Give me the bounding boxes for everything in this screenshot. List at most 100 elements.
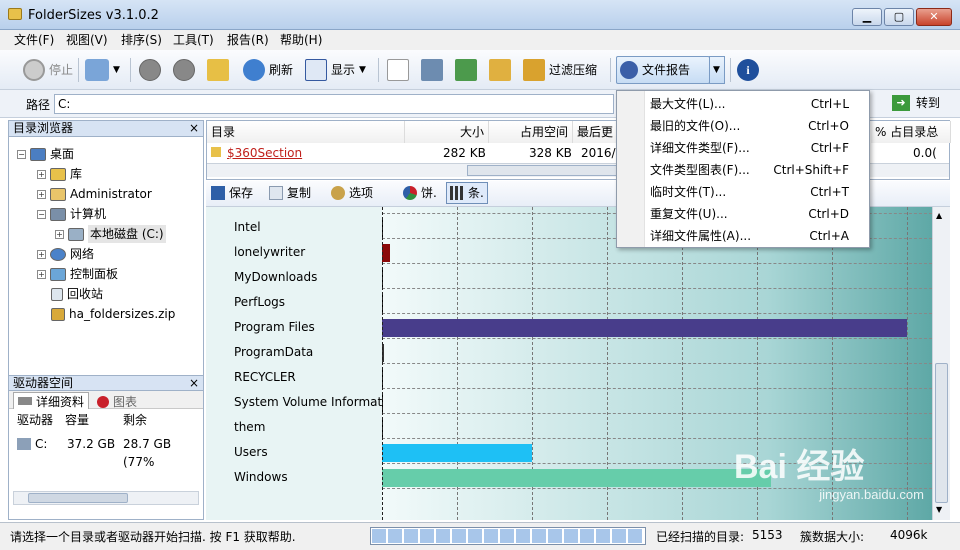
chart-bar[interactable]	[382, 469, 771, 487]
left-panel: 目录浏览器 × − 桌面 + 库 + Administrator − 计算机 +…	[8, 120, 204, 520]
chart-bar[interactable]	[382, 244, 390, 262]
chart-vscrollbar[interactable]: ▲ ▼	[932, 207, 950, 520]
forward-button[interactable]	[170, 56, 198, 84]
compress-icon	[523, 59, 545, 81]
category-label: RECYCLER	[234, 370, 296, 384]
menu-label: 重复文件(U)...	[650, 207, 728, 221]
chart-pie-button[interactable]: 饼.	[400, 181, 440, 205]
chart-copy-button[interactable]: 复制	[266, 181, 314, 205]
category-label: them	[234, 420, 266, 434]
disk-button[interactable]	[418, 56, 446, 84]
tree-item-recycle-bin[interactable]: 回收站	[51, 285, 103, 303]
file-report-button[interactable]: 文件报告	[616, 56, 710, 84]
zip-archive-icon	[51, 307, 65, 321]
menu-file[interactable]: 文件(F)	[10, 32, 58, 48]
filter-compress-button[interactable]: 过滤压缩	[520, 56, 600, 84]
maximize-button[interactable]: ▢	[884, 8, 914, 26]
drive-icon	[18, 397, 32, 405]
refresh-label: 刷新	[269, 63, 294, 77]
tab-chart[interactable]: 图表	[97, 393, 137, 410]
category-label: Intel	[234, 220, 261, 234]
chart-save-button[interactable]: 保存	[208, 181, 256, 205]
disk-drive-icon	[421, 59, 443, 81]
path-input[interactable]: C:	[54, 94, 614, 114]
menu-sort[interactable]: 排序(S)	[117, 32, 166, 48]
goto-button[interactable]: ➜ 转到	[892, 94, 940, 111]
menu-item-duplicate-files[interactable]: 重复文件(U)... Ctrl+D	[617, 203, 869, 225]
disk-drive-icon	[68, 227, 84, 241]
drive-row-c[interactable]: C:	[17, 435, 47, 453]
display-button[interactable]: 显示 ▼	[302, 56, 369, 84]
dir-browser-close-icon[interactable]: ×	[189, 121, 199, 136]
baidu-watermark: Bai 经验 jingyan.baidu.com	[734, 447, 924, 502]
col-header-percent[interactable]: % 占目录总	[871, 121, 951, 143]
status-message: 请选择一个目录或者驱动器开始扫描. 按 F1 获取帮助.	[10, 530, 296, 544]
chart-bar[interactable]	[382, 319, 907, 337]
goto-label: 转到	[916, 96, 941, 110]
network-button[interactable]	[452, 56, 480, 84]
chart-bar-button[interactable]: 条.	[446, 182, 488, 204]
scroll-thumb[interactable]	[28, 493, 128, 503]
menu-item-oldest-files[interactable]: 最旧的文件(O)... Ctrl+O	[617, 115, 869, 137]
refresh-button[interactable]: 刷新	[240, 56, 296, 84]
drive-hscrollbar[interactable]	[13, 491, 199, 505]
col-header-free[interactable]: 剩余	[123, 411, 147, 429]
stop-button[interactable]: 停止	[20, 56, 76, 84]
user-folder-icon	[50, 187, 66, 201]
drive-space-close-icon[interactable]: ×	[189, 376, 199, 391]
menu-report[interactable]: 报告(R)	[223, 32, 273, 48]
menu-item-file-type-chart[interactable]: 文件类型图表(F)... Ctrl+Shift+F	[617, 159, 869, 181]
about-button[interactable]: i	[734, 56, 762, 84]
menu-help[interactable]: 帮助(H)	[276, 32, 326, 48]
minimize-button[interactable]: ▁	[852, 8, 882, 26]
export-button[interactable]: ▼	[82, 56, 123, 84]
save-disk-icon	[211, 186, 225, 200]
tab-details[interactable]: 详细资料	[13, 392, 90, 409]
row-size: 282 KB	[443, 146, 486, 160]
up-folder-button[interactable]	[204, 56, 232, 84]
tree-item-library[interactable]: + 库	[37, 165, 82, 183]
save-label: 保存	[229, 186, 254, 200]
chevron-down-icon: ▼	[113, 65, 120, 75]
disk-drive-icon	[17, 438, 31, 450]
checklist-button[interactable]	[384, 56, 412, 84]
scroll-up-icon[interactable]: ▲	[936, 211, 942, 220]
scroll-thumb[interactable]	[935, 363, 948, 503]
col-header-drive[interactable]: 驱动器	[17, 411, 53, 429]
tree-item-desktop[interactable]: − 桌面	[17, 145, 74, 163]
menu-item-largest-files[interactable]: 最大文件(L)... Ctrl+L	[617, 93, 869, 115]
menu-tools[interactable]: 工具(T)	[169, 32, 218, 48]
menu-shortcut: Ctrl+Shift+F	[773, 163, 849, 177]
options-label: 选项	[349, 186, 374, 200]
close-button[interactable]: ✕	[916, 8, 952, 26]
dir-browser-title: 目录浏览器	[13, 121, 74, 135]
col-header-allocated[interactable]: 占用空间	[489, 121, 573, 143]
category-label: Program Files	[234, 320, 315, 334]
chart-options-button[interactable]: 选项	[328, 181, 376, 205]
menu-view[interactable]: 视图(V)	[62, 32, 112, 48]
file-report-dropdown-arrow[interactable]: ▼	[709, 56, 725, 84]
file-report-label: 文件报告	[642, 63, 691, 77]
menu-item-file-attributes[interactable]: 详细文件属性(A)... Ctrl+A	[617, 225, 869, 247]
menu-item-file-types[interactable]: 详细文件类型(F)... Ctrl+F	[617, 137, 869, 159]
tree-item-local-disk[interactable]: + 本地磁盘 (C:)	[55, 225, 166, 243]
tree-item-network[interactable]: + 网络	[37, 245, 94, 263]
col-header-directory[interactable]: 目录	[207, 121, 405, 143]
tree-label: 本地磁盘 (C:)	[88, 225, 166, 243]
chart-bar[interactable]	[382, 444, 532, 462]
scroll-down-icon[interactable]: ▼	[936, 505, 942, 514]
col-header-capacity[interactable]: 容量	[65, 411, 89, 429]
app-folder-icon	[8, 8, 22, 20]
menu-item-temp-files[interactable]: 临时文件(T)... Ctrl+T	[617, 181, 869, 203]
back-button[interactable]	[136, 56, 164, 84]
tree-item-administrator[interactable]: + Administrator	[37, 185, 152, 203]
tree-item-control-panel[interactable]: + 控制面板	[37, 265, 118, 283]
row-modified: 2016/	[581, 146, 616, 160]
tree-item-zip[interactable]: ha_foldersizes.zip	[51, 305, 175, 323]
tree-label: 回收站	[67, 287, 104, 301]
scanned-value: 5153	[752, 528, 783, 542]
magnifier-icon	[620, 61, 638, 79]
col-header-size[interactable]: 大小	[405, 121, 489, 143]
delete-button[interactable]	[486, 56, 514, 84]
tree-item-computer[interactable]: − 计算机	[37, 205, 106, 223]
